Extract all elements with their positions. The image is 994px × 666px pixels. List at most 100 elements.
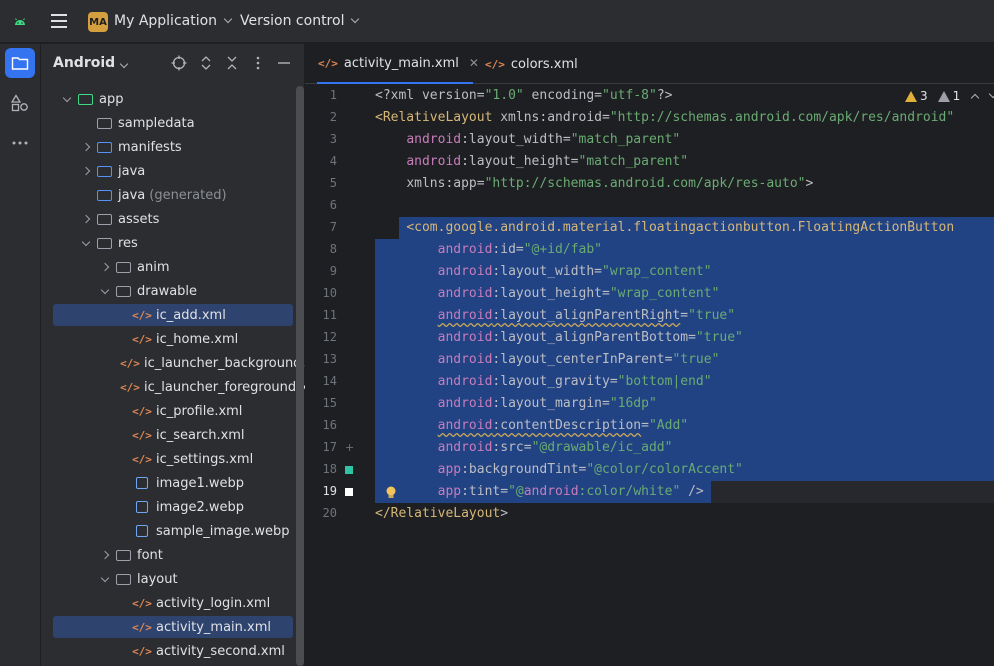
next-highlight-icon[interactable] <box>989 89 994 99</box>
expand-all-icon[interactable] <box>198 55 214 71</box>
line-number: 20 <box>322 506 337 520</box>
tree-item[interactable]: font <box>53 544 293 566</box>
resource-manager-button[interactable] <box>5 88 35 118</box>
line-number: 5 <box>329 176 337 190</box>
tree-item[interactable]: sampledata <box>53 112 293 134</box>
tree-item-label: image2.webp <box>156 499 245 515</box>
resource-folder-icon <box>96 212 112 226</box>
project-tree: app sampledata manifests java java (generated… <box>41 88 305 666</box>
tree-item[interactable]: anim <box>53 256 293 278</box>
options-vertical-icon[interactable] <box>250 55 266 71</box>
chevron-down-icon <box>351 14 360 24</box>
tree-item-label: ic_add.xml <box>156 307 226 323</box>
line-number: 6 <box>329 198 337 212</box>
tree-item[interactable]: image1.webp <box>53 472 293 494</box>
project-panel: Android app sampledata manifests java java (g… <box>41 44 305 666</box>
tree-item[interactable]: layout <box>53 568 293 590</box>
tree-item[interactable]: </> ic_profile.xml <box>53 400 293 422</box>
android-logo-icon[interactable] <box>12 14 28 30</box>
chevron-down-icon[interactable] <box>99 573 111 585</box>
tree-item-label: activity_login.xml <box>156 595 271 611</box>
tree-item[interactable]: </> activity_main.xml <box>53 616 293 638</box>
chevron-right-icon[interactable] <box>80 141 92 153</box>
tree-item[interactable]: image2.webp <box>53 496 293 518</box>
tree-item-label: ic_profile.xml <box>156 403 243 419</box>
chevron-right-icon[interactable] <box>80 165 92 177</box>
chevron-down-icon[interactable] <box>99 285 111 297</box>
tree-item[interactable]: manifests <box>53 136 293 158</box>
chevron-right-icon[interactable] <box>99 261 111 273</box>
locate-icon[interactable] <box>171 55 187 71</box>
color-swatch-icon[interactable] <box>345 466 353 474</box>
tree-item[interactable]: assets <box>53 208 293 230</box>
code-line: app:tint="@android:color/white" /> <box>437 484 704 499</box>
xml-file-icon: </> <box>318 56 338 70</box>
tree-item[interactable]: </> ic_search.xml <box>53 424 293 446</box>
project-badge[interactable]: MA <box>88 12 108 32</box>
code-line: <?xml version="1.0" encoding="utf-8"?> <box>375 88 673 103</box>
xml-file-icon: </> <box>132 332 152 346</box>
project-selector[interactable]: My Application <box>114 13 233 29</box>
editor-tabs: </> activity_main.xml ✕ </> colors.xml <box>305 44 994 84</box>
tree-item[interactable]: </> ic_settings.xml <box>53 448 293 470</box>
code-line: android:layout_height="wrap_content" <box>437 286 720 301</box>
collapse-all-icon[interactable] <box>224 55 240 71</box>
tree-item[interactable]: </> ic_launcher_background.xml <box>53 352 305 374</box>
previous-highlight-icon[interactable] <box>971 93 980 103</box>
tree-item[interactable]: java (generated) <box>53 184 293 206</box>
tree-item-label: manifests <box>118 139 182 155</box>
lightbulb-icon[interactable] <box>385 485 396 498</box>
hide-panel-icon[interactable] <box>276 55 292 71</box>
tree-item[interactable]: sample_image.webp <box>53 520 293 542</box>
more-tools-button[interactable] <box>5 128 35 158</box>
tree-item[interactable]: res <box>53 232 293 254</box>
chevron-right-icon[interactable] <box>80 213 92 225</box>
line-number: 13 <box>322 352 337 366</box>
project-tool-button[interactable] <box>5 48 35 78</box>
code-line: android:src="@drawable/ic_add" <box>437 440 673 455</box>
version-control-menu[interactable]: Version control <box>240 13 360 29</box>
tab-colors[interactable]: </> colors.xml <box>485 44 578 84</box>
tree-item-label: java <box>118 187 146 203</box>
code-area[interactable]: <?xml version="1.0" encoding="utf-8"?> <R… <box>375 84 994 666</box>
tree-item[interactable]: app <box>53 88 293 110</box>
tree-item[interactable]: </> ic_home.xml <box>53 328 293 350</box>
code-line: android:layout_centerInParent="true" <box>437 352 720 367</box>
project-view-selector[interactable]: Android <box>53 55 129 71</box>
close-icon[interactable]: ✕ <box>469 56 479 70</box>
tree-item[interactable]: java <box>53 160 293 182</box>
line-number: 14 <box>322 374 337 388</box>
tree-item-label: res <box>118 235 138 251</box>
xml-file-icon: </> <box>120 380 140 394</box>
tree-scrollbar[interactable] <box>296 86 304 666</box>
line-number: 3 <box>329 132 337 146</box>
chevron-down-icon[interactable] <box>80 237 92 249</box>
tree-item-label: anim <box>137 259 170 275</box>
xml-file-icon: </> <box>485 57 505 71</box>
tree-item-label: sampledata <box>118 115 195 131</box>
tree-item[interactable]: </> ic_launcher_foreground.xml <box>53 376 305 398</box>
code-line: android:layout_height="match_parent" <box>406 154 689 169</box>
color-swatch-icon[interactable] <box>345 488 353 496</box>
fold-plus-icon[interactable]: + <box>345 442 354 453</box>
code-line: android:layout_alignParentRight="true" <box>437 308 736 323</box>
chevron-right-icon[interactable] <box>99 549 111 561</box>
inspection-indicators[interactable]: 3 1 <box>905 89 994 103</box>
tab-activity-main[interactable]: </> activity_main.xml ✕ <box>317 44 479 84</box>
folder-icon <box>115 548 131 562</box>
tree-item[interactable]: </> activity_second.xml <box>53 640 293 662</box>
main-menu-icon[interactable] <box>50 14 68 28</box>
tree-item[interactable]: </> ic_add.xml <box>53 304 293 326</box>
code-line: xmlns:app="http://schemas.android.com/ap… <box>406 176 814 191</box>
tree-item[interactable]: </> activity_login.xml <box>53 592 293 614</box>
xml-file-icon: </> <box>132 428 152 442</box>
resource-folder-icon <box>96 236 112 250</box>
chevron-down-icon[interactable] <box>61 93 73 105</box>
tree-item[interactable]: drawable <box>53 280 293 302</box>
